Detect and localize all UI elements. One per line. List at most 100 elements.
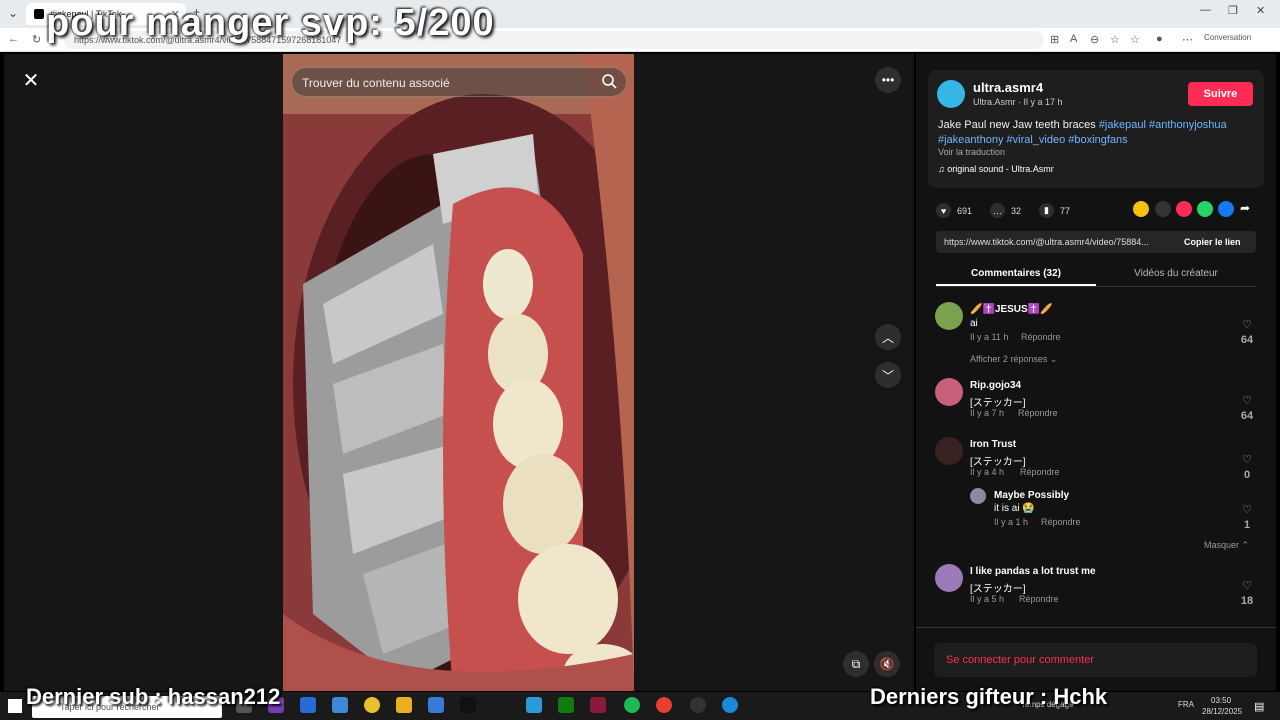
translate-link[interactable]: Voir la traduction: [938, 147, 1005, 157]
more-icon[interactable]: ⋯: [1182, 33, 1193, 46]
hashtag-link[interactable]: #anthonyjoshua: [1149, 119, 1227, 131]
apps-icon[interactable]: ⊞: [1050, 33, 1059, 46]
facebook-icon[interactable]: [1218, 201, 1234, 217]
language-indicator[interactable]: FRA: [1178, 700, 1194, 709]
spotify-icon[interactable]: [624, 697, 640, 713]
sound-name: original sound - Ultra.Asmr: [947, 164, 1054, 174]
obs-icon[interactable]: [690, 697, 706, 713]
avatar[interactable]: [935, 564, 963, 592]
windows-start-icon[interactable]: [8, 699, 22, 713]
reply-button[interactable]: Répondre: [1018, 408, 1058, 418]
mute-icon[interactable]: 🔇: [874, 651, 900, 677]
xbox-icon[interactable]: [558, 697, 574, 713]
app-icon[interactable]: [300, 697, 316, 713]
heart-outline-icon[interactable]: ♡: [1237, 394, 1257, 407]
hide-replies-button[interactable]: Masquer ⌃: [1204, 540, 1249, 551]
avatar[interactable]: [935, 378, 963, 406]
reply-time: Il y a 1 h: [994, 517, 1029, 527]
hashtag-link[interactable]: #boxingfans: [1068, 134, 1127, 146]
previous-video-icon[interactable]: ︿: [875, 324, 901, 350]
sound-link[interactable]: ♫ original sound - Ultra.Asmr: [938, 164, 1054, 174]
comment-time: Il y a 7 h: [970, 408, 1005, 418]
stream-overlay-last-gifter: Derniers gifteur : Hchk: [870, 684, 1108, 709]
comment-stat[interactable]: … 32: [990, 203, 1021, 218]
folder-icon[interactable]: [396, 697, 412, 713]
like-stat[interactable]: ♥ 691: [936, 203, 972, 218]
tiktok-icon[interactable]: [460, 697, 476, 713]
bookmark-icon: ▮: [1039, 203, 1054, 218]
comment-count: 32: [1011, 205, 1022, 216]
translate-icon[interactable]: A: [1070, 33, 1077, 45]
creator-username[interactable]: ultra.asmr4: [973, 80, 1043, 95]
video-link[interactable]: https://www.tiktok.com/@ultra.asmr4/vide…: [944, 237, 1174, 247]
embed-icon[interactable]: [1155, 201, 1171, 217]
more-options-icon[interactable]: •••: [875, 67, 901, 93]
next-video-icon[interactable]: ﹀: [875, 362, 901, 388]
video-frame: [283, 54, 634, 691]
refresh-icon[interactable]: ↻: [32, 33, 41, 46]
app-icon[interactable]: [526, 697, 542, 713]
comment-author[interactable]: Iron Trust: [970, 439, 1016, 450]
follow-button[interactable]: Suivre: [1188, 82, 1253, 106]
creator-avatar[interactable]: [937, 80, 965, 108]
heart-outline-icon[interactable]: ♡: [1237, 318, 1257, 331]
avatar[interactable]: [970, 488, 986, 504]
tab-menu-icon[interactable]: ⌄: [8, 6, 18, 20]
divider: [916, 627, 1276, 628]
collections-icon[interactable]: ☆: [1130, 33, 1140, 46]
notification-icon[interactable]: ▤: [1254, 700, 1264, 713]
chrome-icon[interactable]: [364, 697, 380, 713]
store-icon[interactable]: [332, 697, 348, 713]
comment-like-count: 1: [1243, 519, 1251, 531]
hashtag-link[interactable]: #jakepaul: [1099, 119, 1146, 131]
app-icon[interactable]: [590, 697, 606, 713]
reply-button[interactable]: Répondre: [1021, 332, 1061, 342]
hashtag-link[interactable]: #jakeanthony: [938, 134, 1003, 146]
whatsapp-icon[interactable]: [1197, 201, 1213, 217]
reply-button[interactable]: Répondre: [1020, 467, 1060, 477]
reply-author[interactable]: Maybe Possibly: [994, 490, 1069, 501]
pip-icon[interactable]: ⧉: [843, 651, 869, 677]
share-arrow-icon[interactable]: ➦: [1240, 201, 1250, 215]
comment-author[interactable]: 🥖✝️JESUS✝️🥖: [970, 304, 1053, 315]
comment-like-count: 64: [1240, 410, 1254, 422]
tab-creator-videos[interactable]: Vidéos du créateur: [1096, 268, 1256, 279]
related-search-input[interactable]: Trouver du contenu associé: [291, 67, 627, 97]
maximize-icon[interactable]: ❐: [1228, 4, 1238, 17]
save-stat[interactable]: ▮ 77: [1039, 203, 1070, 218]
show-replies-button[interactable]: Afficher 2 réponses ⌄: [970, 354, 1057, 365]
login-to-comment-button[interactable]: Se connecter pour commenter: [934, 643, 1257, 677]
coin-icon[interactable]: [1133, 201, 1149, 217]
avatar[interactable]: [935, 437, 963, 465]
send-icon[interactable]: [1176, 201, 1192, 217]
close-window-icon[interactable]: ✕: [1256, 4, 1265, 17]
clock-date[interactable]: 28/12/2025: [1202, 707, 1242, 716]
video-player[interactable]: [283, 54, 634, 691]
avatar[interactable]: [935, 302, 963, 330]
clock-time[interactable]: 03:50: [1211, 696, 1231, 705]
comment-like-count: 18: [1240, 595, 1254, 607]
heart-outline-icon[interactable]: ♡: [1237, 579, 1257, 592]
like-count: 691: [957, 205, 973, 216]
reply-button[interactable]: Répondre: [1019, 594, 1059, 604]
search-icon[interactable]: [600, 72, 620, 92]
tracking-icon[interactable]: ⊖: [1090, 33, 1099, 46]
copy-link-button[interactable]: Copier le lien: [1184, 237, 1241, 247]
minimize-icon[interactable]: —: [1200, 4, 1211, 16]
heart-outline-icon[interactable]: ♡: [1237, 503, 1257, 516]
comment-author[interactable]: Rip.gojo34: [970, 380, 1021, 391]
comment-author[interactable]: I like pandas a lot trust me: [970, 566, 1096, 577]
chrome-icon[interactable]: [656, 697, 672, 713]
reply-button[interactable]: Répondre: [1041, 517, 1081, 527]
hashtag-link[interactable]: #viral_video: [1007, 134, 1066, 146]
edge-icon[interactable]: [722, 697, 738, 713]
comment-like-count: 64: [1240, 334, 1254, 346]
mail-icon[interactable]: [428, 697, 444, 713]
favorite-icon[interactable]: ☆: [1110, 33, 1120, 46]
back-icon[interactable]: ←: [8, 33, 19, 45]
close-video-icon[interactable]: ✕: [20, 70, 42, 92]
tab-comments[interactable]: Commentaires (32): [936, 268, 1096, 279]
profile-icon[interactable]: ●: [1156, 33, 1163, 45]
heart-outline-icon[interactable]: ♡: [1237, 453, 1257, 466]
conversation-button[interactable]: Conversation: [1204, 33, 1251, 42]
